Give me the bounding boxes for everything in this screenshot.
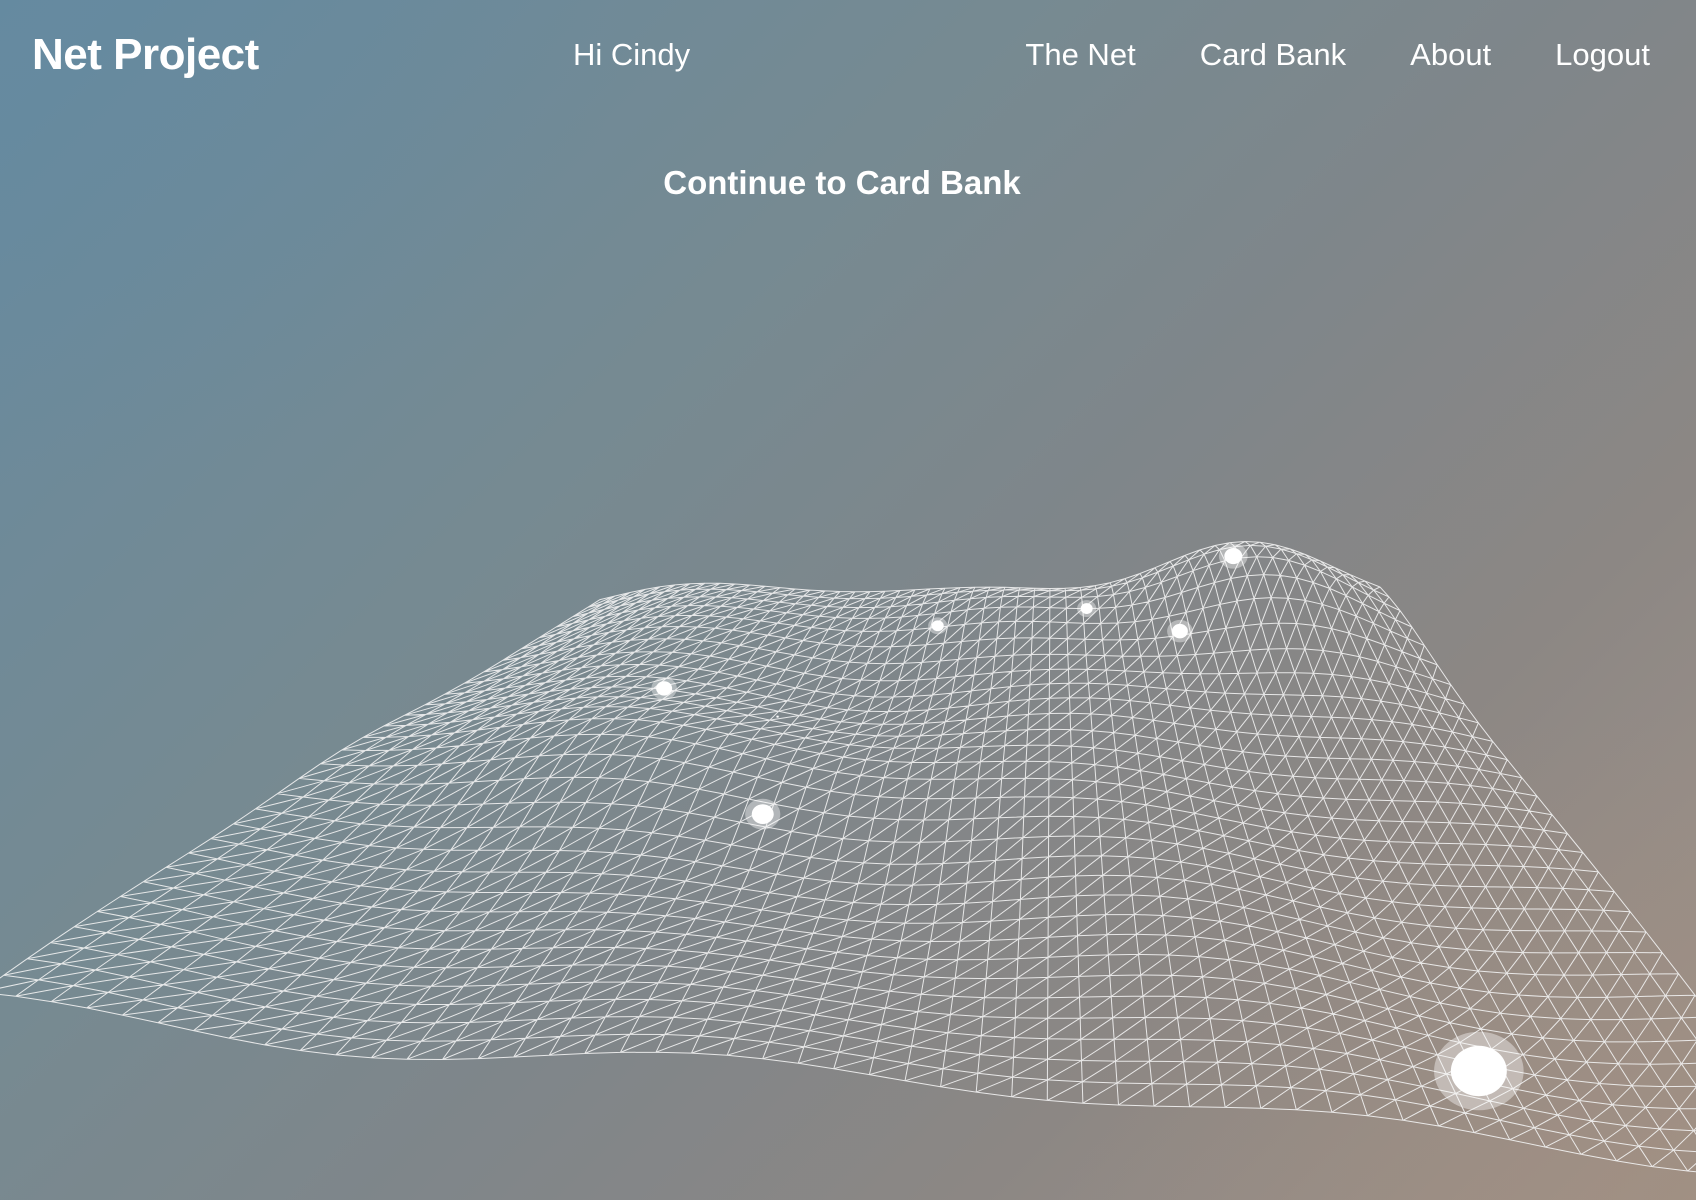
mesh-node-core [1080, 603, 1093, 614]
mesh-node[interactable] [1218, 543, 1248, 569]
top-navbar: Net Project Hi Cindy The Net Card Bank A… [0, 0, 1696, 110]
nav-link-about[interactable]: About [1410, 34, 1491, 76]
mesh-node[interactable] [775, 715, 780, 718]
mesh-node-core [751, 804, 774, 825]
mesh-node[interactable] [651, 677, 677, 700]
mesh-node[interactable] [928, 617, 948, 635]
nav-link-the-net[interactable]: The Net [1025, 34, 1135, 76]
mesh-node[interactable] [1077, 600, 1097, 617]
mesh-node[interactable] [745, 798, 781, 830]
mesh-node-core [656, 681, 673, 696]
nav-link-card-bank[interactable]: Card Bank [1200, 34, 1346, 76]
mesh-node-core [931, 620, 944, 632]
continue-to-card-bank-link[interactable]: Continue to Card Bank [0, 162, 1684, 204]
mesh-node-core [776, 715, 779, 718]
mesh-node-core [1171, 623, 1188, 639]
mesh-nodes [651, 543, 1524, 1111]
mesh-node-core [1450, 1045, 1507, 1097]
user-greeting: Hi Cindy [573, 37, 691, 72]
nav-link-logout[interactable]: Logout [1555, 34, 1650, 76]
mesh-node[interactable] [1167, 619, 1193, 643]
mesh-node[interactable] [1434, 1031, 1524, 1111]
main-nav: The Net Card Bank About Logout [1025, 34, 1650, 76]
continue-to-card-bank-label: Continue to Card Bank [663, 164, 1021, 201]
mesh-node-core [1224, 547, 1243, 565]
brand-logo-link[interactable]: Net Project [32, 26, 259, 84]
